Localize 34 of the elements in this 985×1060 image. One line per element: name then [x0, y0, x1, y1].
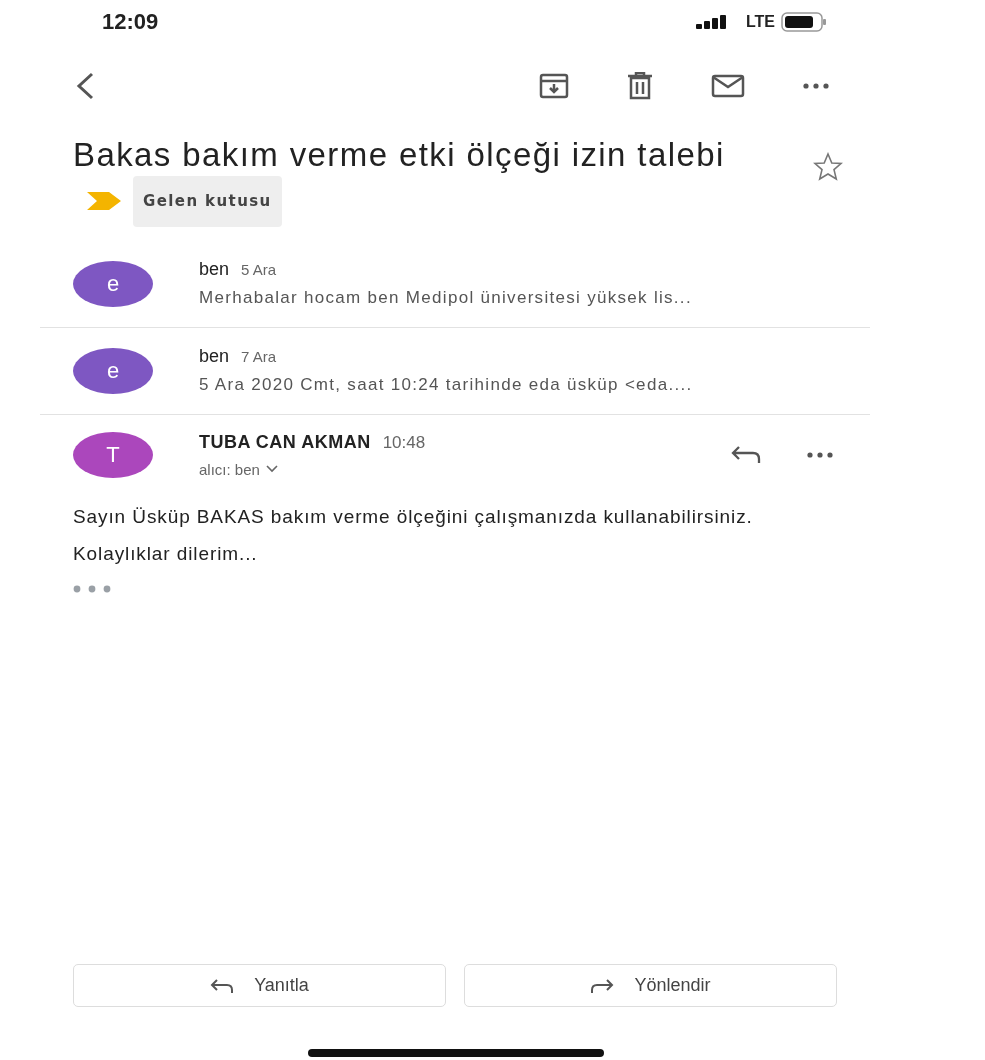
- reply-icon: [210, 977, 235, 994]
- battery-icon: [781, 12, 827, 32]
- message-date: 5 Ara: [241, 261, 277, 279]
- forward-button[interactable]: Yönlendir: [464, 964, 837, 1007]
- more-icon[interactable]: [807, 451, 833, 458]
- recipient-label[interactable]: alıcı: ben: [199, 460, 260, 478]
- star-icon[interactable]: [813, 152, 843, 181]
- show-trimmed-icon[interactable]: [73, 584, 111, 593]
- archive-icon[interactable]: [539, 73, 569, 99]
- chevron-down-icon[interactable]: [265, 465, 278, 474]
- mail-icon[interactable]: [711, 74, 745, 98]
- forward-icon: [590, 977, 615, 994]
- network-type: LTE: [745, 13, 775, 31]
- message-time: 10:48: [382, 432, 426, 453]
- important-marker-icon[interactable]: [87, 192, 121, 211]
- email-subject: Bakas bakım verme etki ölçeği izin talebi: [73, 135, 725, 173]
- status-time: 12:09: [102, 9, 159, 35]
- inbox-label: Gelen kutusu: [133, 175, 282, 227]
- message-text: Kolaylıklar dilerim...: [73, 543, 259, 563]
- back-icon[interactable]: [74, 71, 96, 101]
- sender-name: ben: [199, 259, 230, 281]
- more-icon[interactable]: [803, 83, 829, 89]
- message-snippet: 5 Ara 2020 Cmt, saat 10:24 tarihinde eda üsküp <eda....: [199, 375, 693, 396]
- reply-button[interactable]: Yanıtla: [73, 964, 446, 1007]
- avatar: T: [73, 431, 153, 478]
- sender-name: TUBA CAN AKMAN: [199, 431, 371, 453]
- message-date: 7 Ara: [241, 348, 277, 366]
- message-text: Sayın Üsküp BAKAS bakım verme ölçeğini çalışmanızda kullanabilirsiniz.: [73, 506, 754, 526]
- avatar: e: [73, 347, 153, 394]
- delete-icon[interactable]: [627, 72, 653, 100]
- sender-name: ben: [199, 346, 230, 368]
- reply-icon[interactable]: [731, 444, 761, 465]
- avatar: e: [73, 260, 153, 307]
- message-snippet: Merhabalar hocam ben Medipol üniversitesi yüksek lis...: [199, 288, 692, 309]
